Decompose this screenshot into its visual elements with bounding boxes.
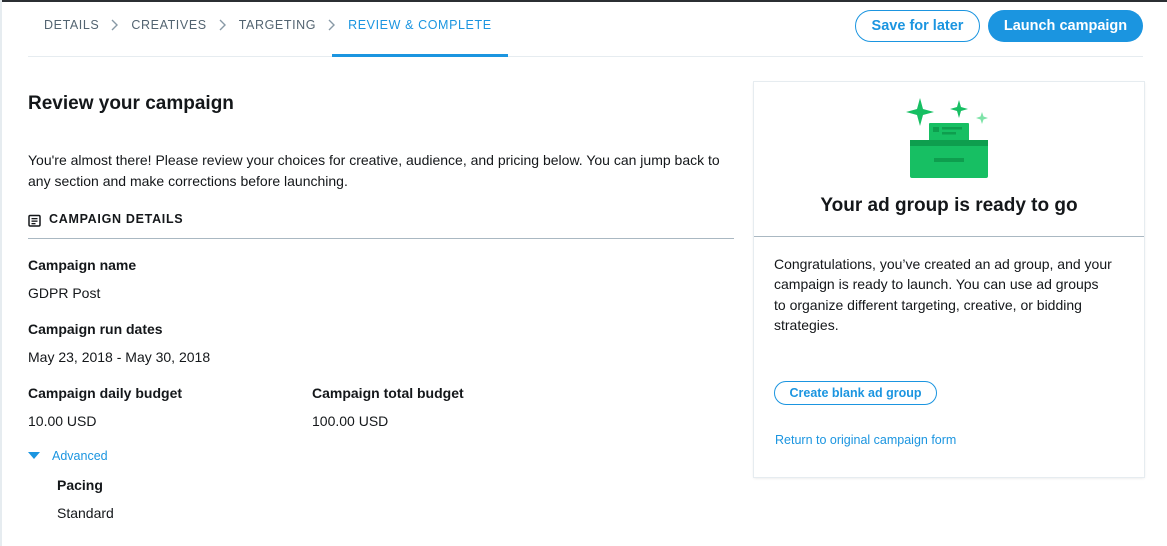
caret-down-icon (28, 452, 40, 459)
run-dates-label: Campaign run dates (28, 321, 163, 337)
pacing-value: Standard (57, 505, 114, 521)
ad-group-ready-card: Your ad group is ready to go Congratulat… (754, 82, 1144, 477)
step-review-complete[interactable]: REVIEW & COMPLETE (332, 0, 508, 57)
advanced-label: Advanced (52, 449, 108, 463)
campaign-name-value: GDPR Post (28, 285, 101, 301)
card-body-text: Congratulations, you’ve created an ad gr… (774, 256, 1112, 333)
window-left-border (0, 0, 2, 546)
chevron-right-icon (99, 0, 131, 57)
campaign-details-heading: CAMPAIGN DETAILS (28, 212, 734, 239)
section-heading-label: CAMPAIGN DETAILS (49, 212, 184, 226)
document-icon (28, 214, 41, 227)
daily-budget-value: 10.00 USD (28, 413, 97, 429)
total-budget-value: 100.00 USD (312, 413, 389, 429)
card-title: Your ad group is ready to go (820, 195, 1078, 216)
ready-inbox-illustration-icon (906, 98, 988, 178)
chevron-right-icon (207, 0, 239, 57)
step-details[interactable]: DETAILS (44, 0, 99, 57)
daily-budget-label: Campaign daily budget (28, 385, 183, 401)
page-title: Review your campaign (28, 93, 234, 114)
total-budget-label: Campaign total budget (312, 385, 464, 401)
return-to-campaign-form-link[interactable]: Return to original campaign form (775, 433, 956, 447)
card-header: Your ad group is ready to go (754, 82, 1144, 237)
run-dates-value: May 23, 2018 - May 30, 2018 (28, 349, 211, 365)
intro-text: You're almost there! Please review your … (28, 152, 720, 189)
save-for-later-button[interactable]: Save for later (855, 10, 980, 42)
step-targeting[interactable]: TARGETING (239, 0, 316, 57)
advanced-toggle[interactable]: Advanced (28, 449, 108, 463)
campaign-name-label: Campaign name (28, 257, 137, 273)
pacing-label: Pacing (57, 477, 103, 493)
chevron-right-icon (316, 0, 348, 57)
launch-campaign-button[interactable]: Launch campaign (988, 10, 1143, 42)
step-creatives[interactable]: CREATIVES (131, 0, 206, 57)
create-blank-ad-group-button[interactable]: Create blank ad group (774, 381, 937, 405)
